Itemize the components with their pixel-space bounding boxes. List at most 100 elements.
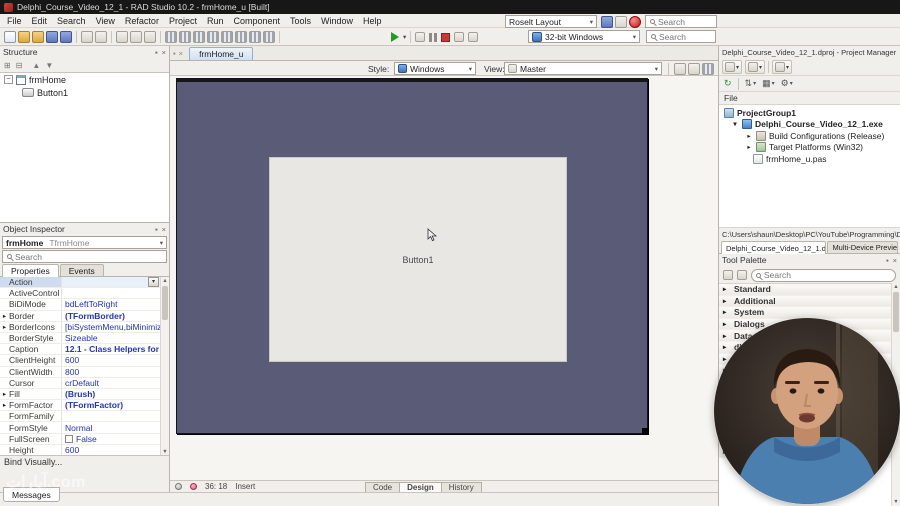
status-record-icon[interactable]	[190, 483, 197, 490]
menu-item[interactable]: File	[2, 14, 27, 27]
property-search-box[interactable]	[2, 250, 167, 263]
move-down-icon[interactable]: ▼	[45, 61, 53, 70]
menu-item[interactable]: Window	[316, 14, 358, 27]
pm-tool-icon[interactable]: ▾	[737, 77, 739, 90]
expand-icon[interactable]: ▸	[723, 297, 730, 305]
toolbar-icon[interactable]	[111, 31, 112, 43]
remove-file-icon[interactable]	[95, 31, 107, 43]
customize-palette-icon[interactable]	[723, 270, 733, 280]
scale-controls-icon[interactable]	[235, 31, 247, 43]
pin-icon[interactable]: ▪	[886, 256, 889, 265]
stop-button[interactable]	[441, 32, 451, 42]
property-row[interactable]: ▸ Border (TFormBorder) ▾	[0, 310, 160, 322]
expand-icon[interactable]: ▸	[723, 343, 730, 351]
trace-into-icon[interactable]	[468, 32, 479, 42]
form-designer-surface[interactable]: Button1	[170, 76, 718, 480]
view-unit-icon[interactable]	[116, 31, 128, 43]
size-controls-icon[interactable]	[221, 31, 233, 43]
step-over-icon[interactable]	[454, 32, 465, 42]
scroll-down-icon[interactable]: ▼	[892, 499, 900, 505]
target-platform-combo[interactable]: 32-bit Windows ▾	[528, 30, 640, 43]
toolbar-icon[interactable]	[160, 31, 161, 43]
run-without-debugging-icon[interactable]	[415, 32, 426, 42]
align-top-icon[interactable]	[179, 31, 191, 43]
property-row[interactable]: ▸ Cursor crDefault ▾	[0, 377, 160, 389]
structure-node-button[interactable]: Button1	[0, 86, 169, 99]
expand-icon[interactable]: ▸	[0, 390, 9, 398]
property-row[interactable]: ▸ ActiveControl ▾	[0, 288, 160, 300]
property-row[interactable]: ▸ ClientHeight 600 ▾	[0, 355, 160, 367]
scrollbar-thumb[interactable]	[162, 286, 168, 320]
rotate-device-icon[interactable]	[688, 63, 700, 75]
property-row[interactable]: ▸ BorderIcons [biSystemMenu,biMinimize,b…	[0, 321, 160, 333]
view-combo[interactable]: Master ▾	[504, 62, 662, 75]
close-icon[interactable]: ×	[162, 225, 166, 234]
palette-category[interactable]: ▸ Standard	[719, 284, 891, 296]
open-file-icon[interactable]	[18, 31, 30, 43]
tab-project-manager[interactable]: Delphi_Course_Video_12_1.dp...	[721, 241, 827, 254]
property-row[interactable]: ▸ FullScreen False ▾	[0, 433, 160, 445]
move-up-icon[interactable]: ▲	[32, 61, 40, 70]
tab-code[interactable]: Code	[365, 481, 401, 493]
document-tab-frmhome[interactable]: frmHome_u	[189, 47, 254, 60]
menu-item[interactable]: Refactor	[120, 14, 164, 27]
menu-item[interactable]: View	[91, 14, 120, 27]
designed-button1[interactable]: Button1	[269, 157, 567, 362]
expand-icon[interactable]: ▸	[0, 312, 9, 320]
structure-node-form[interactable]: − frmHome	[0, 73, 169, 86]
tab-order-icon[interactable]	[249, 31, 261, 43]
toolbar-icon[interactable]	[279, 31, 280, 43]
designed-form[interactable]: Button1	[176, 78, 648, 434]
run-dropdown-icon[interactable]: ▾	[403, 33, 406, 41]
ide-search-box[interactable]	[645, 15, 717, 28]
new-items-icon[interactable]	[4, 31, 16, 43]
expand-icon[interactable]: ▸	[745, 132, 753, 140]
palette-category[interactable]: ▸ Additional	[719, 295, 891, 308]
toolbar-search-box[interactable]	[646, 30, 716, 43]
run-button[interactable]	[391, 32, 399, 42]
menu-item[interactable]: Project	[164, 14, 202, 27]
desktop-layout-combo[interactable]: Roselt Layout ▾	[505, 15, 597, 28]
property-row[interactable]: ▸ Caption 12.1 - Class Helpers for Varia…	[0, 344, 160, 356]
view-form-icon[interactable]	[130, 31, 142, 43]
device-select-icon[interactable]	[674, 63, 686, 75]
creation-order-icon[interactable]	[263, 31, 275, 43]
toggle-form-unit-icon[interactable]	[144, 31, 156, 43]
close-icon[interactable]: ×	[893, 256, 897, 265]
checkbox[interactable]	[65, 434, 73, 443]
group-by-icon[interactable]: ▦ ▾	[762, 78, 775, 89]
save-desktop-icon[interactable]	[601, 15, 613, 28]
sort-by-icon[interactable]: ⇅ ▾	[745, 78, 757, 89]
property-row[interactable]: ▸ BorderStyle Sizeable ▾	[0, 332, 160, 345]
set-debug-desktop-icon[interactable]	[615, 15, 627, 28]
property-row[interactable]: ▸ FormFactor (TFormFactor) ▾	[0, 400, 160, 412]
bind-visually-link[interactable]: Bind Visually...	[0, 455, 169, 468]
scrollbar-thumb[interactable]	[893, 292, 899, 332]
expand-icon[interactable]: ▸	[723, 285, 730, 293]
align-left-icon[interactable]	[165, 31, 177, 43]
open-project-icon[interactable]	[32, 31, 44, 43]
pause-button[interactable]	[429, 32, 438, 42]
expand-icon[interactable]: ▸	[723, 332, 730, 340]
collapse-icon[interactable]: ▾	[731, 120, 739, 128]
inspector-scrollbar[interactable]: ▲ ▼	[160, 277, 169, 456]
activate-project-button[interactable]: ▾	[772, 60, 793, 74]
record-icon[interactable]	[629, 15, 641, 28]
collapse-all-icon[interactable]: ⊟	[16, 61, 23, 70]
project-tree-item[interactable]: ▸ ▾ Delphi_Course_Video_12_1.exe	[719, 119, 900, 131]
menu-item[interactable]: Help	[358, 14, 387, 27]
align-center-icon[interactable]	[193, 31, 205, 43]
dropdown-button[interactable]: ▾	[148, 277, 159, 287]
expand-icon[interactable]: ▸	[0, 401, 9, 409]
collapse-icon[interactable]: −	[4, 75, 13, 84]
save-all-icon[interactable]	[60, 31, 72, 43]
refresh-icon[interactable]: ↻ ▾	[724, 78, 732, 89]
pin-icon[interactable]: ▪	[155, 225, 158, 234]
property-row[interactable]: ▸ Action ▾	[0, 277, 160, 289]
options-icon[interactable]: ⚙ ▾	[781, 78, 793, 89]
property-row[interactable]: ▸ BiDiMode bdLeftToRight ▾	[0, 299, 160, 311]
palette-search-input[interactable]	[764, 270, 891, 280]
scroll-up-icon[interactable]: ▲	[161, 278, 169, 284]
property-row[interactable]: ▸ Fill (Brush) ▾	[0, 388, 160, 401]
menu-item[interactable]: Edit	[27, 14, 53, 27]
